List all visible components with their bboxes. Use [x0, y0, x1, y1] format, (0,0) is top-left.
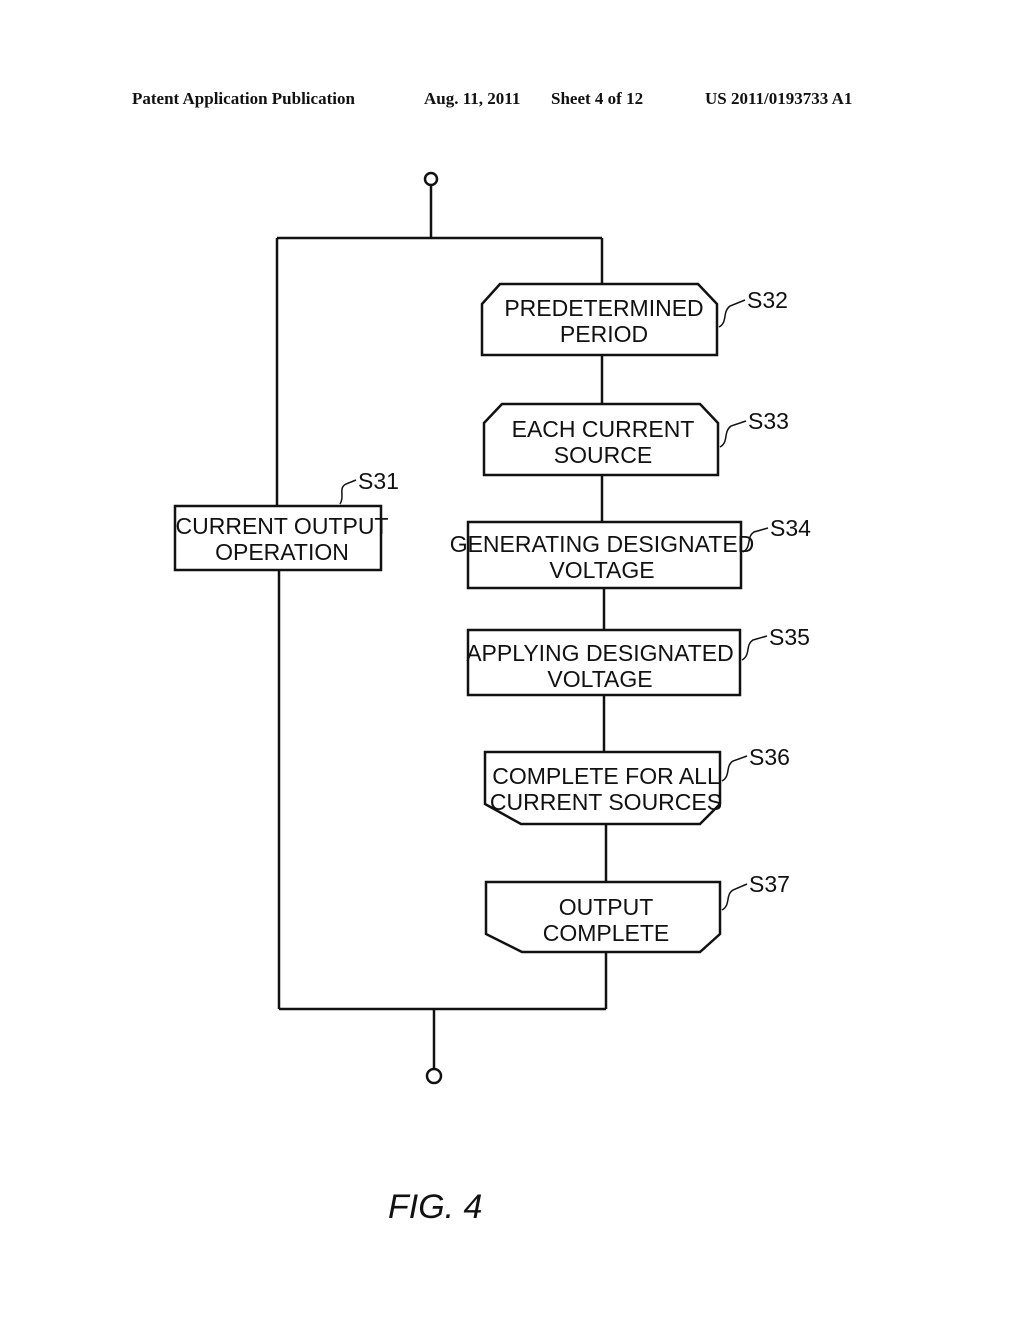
flowchart: CURRENT OUTPUT OPERATION S31 PREDETERMIN…	[173, 171, 811, 1226]
step-text-line-1: PREDETERMINED	[504, 295, 703, 321]
step-text-line-1: COMPLETE FOR ALL	[492, 763, 720, 789]
step-text-line-1: CURRENT OUTPUT	[176, 513, 389, 539]
leader-line	[719, 420, 747, 448]
step-label: S37	[749, 871, 790, 897]
step-s31: CURRENT OUTPUT OPERATION S31	[173, 468, 399, 572]
step-text-line-2: OPERATION	[215, 539, 349, 565]
step-text-line-1: APPLYING DESIGNATED	[466, 640, 734, 666]
step-label: S32	[747, 287, 788, 313]
leader-line	[339, 479, 357, 505]
step-s36: COMPLETE FOR ALL CURRENT SOURCES S36	[483, 744, 790, 826]
step-text-line-1: OUTPUT	[559, 894, 654, 920]
step-label: S34	[770, 515, 811, 541]
step-s37: OUTPUT COMPLETE S37	[484, 871, 790, 954]
step-label: S31	[358, 468, 399, 494]
step-text-line-2: COMPLETE	[543, 920, 670, 946]
step-text-line-2: VOLTAGE	[547, 666, 652, 692]
leader-line	[721, 883, 748, 911]
step-text-line-1: GENERATING DESIGNATED	[450, 531, 755, 557]
step-text-line-2: PERIOD	[560, 321, 648, 347]
step-text-line-2: CURRENT SOURCES	[490, 789, 722, 815]
leader-line	[721, 755, 748, 782]
step-text-line-2: SOURCE	[554, 442, 652, 468]
step-s35: APPLYING DESIGNATED VOLTAGE S35	[466, 624, 810, 697]
step-text-line-1: EACH CURRENT	[512, 416, 695, 442]
step-s32: PREDETERMINED PERIOD S32	[480, 282, 788, 357]
step-s33: EACH CURRENT SOURCE S33	[482, 402, 789, 477]
start-terminal	[423, 171, 439, 187]
step-label: S36	[749, 744, 790, 770]
leader-line	[718, 299, 746, 328]
step-label: S35	[769, 624, 810, 650]
step-text-line-2: VOLTAGE	[549, 557, 654, 583]
step-s34: GENERATING DESIGNATED VOLTAGE S34	[450, 515, 811, 590]
step-label: S33	[748, 408, 789, 434]
leader-line	[741, 635, 768, 661]
figure-label: FIG. 4	[388, 1188, 482, 1226]
end-terminal	[425, 1067, 443, 1085]
